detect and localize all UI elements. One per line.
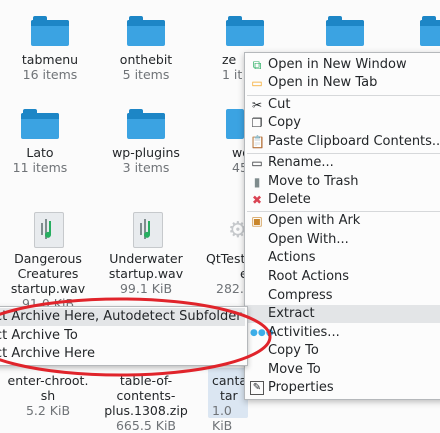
highlight-ellipse: [0, 297, 272, 377]
